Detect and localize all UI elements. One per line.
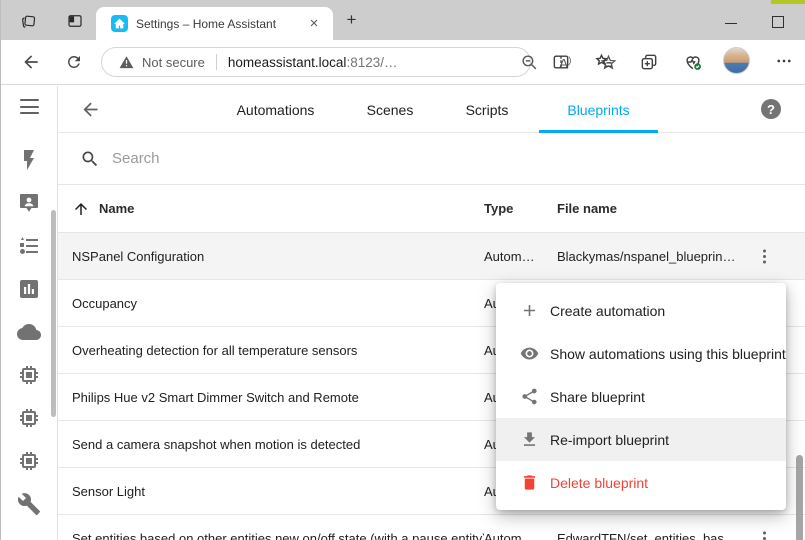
workspaces-icon[interactable]	[20, 12, 38, 30]
not-secure-warning-icon	[119, 55, 134, 70]
sidebar-scrollbar[interactable]	[51, 210, 56, 417]
help-icon[interactable]: ?	[761, 99, 781, 119]
window-minimize-button[interactable]	[725, 23, 737, 24]
blueprint-name: Send a camera snapshot when motion is de…	[72, 437, 360, 452]
content-area: Automations Scenes Scripts Blueprints ? …	[58, 86, 805, 540]
url-host: homeassistant.local	[228, 55, 347, 70]
share-icon	[520, 387, 539, 406]
new-tab-button[interactable]: +	[342, 11, 361, 30]
sidebar	[1, 86, 58, 540]
blueprint-name: Occupancy	[72, 296, 137, 311]
browser-tab[interactable]: Settings – Home Assistant ×	[96, 7, 333, 40]
table-row[interactable]: NSPanel Configuration Autom… Blackymas/n…	[58, 233, 805, 280]
blueprint-name: NSPanel Configuration	[72, 249, 204, 264]
table-header: Name Type File name	[58, 185, 805, 233]
search-input[interactable]	[112, 150, 712, 167]
table-row[interactable]: Set entities based on other entities new…	[58, 515, 805, 540]
zoom-out-icon[interactable]	[520, 53, 539, 72]
search-icon	[80, 149, 100, 169]
tab-actions-icon[interactable]	[66, 12, 84, 30]
address-divider	[216, 54, 217, 70]
favorites-list-icon[interactable]	[594, 52, 614, 72]
content-scrollbar[interactable]	[796, 455, 803, 540]
chip-icon[interactable]	[17, 449, 41, 473]
menu-item-reimport-blueprint[interactable]: Re-import blueprint	[496, 418, 786, 461]
lightning-icon[interactable]	[17, 148, 41, 172]
browser-window: Settings – Home Assistant × + Not secure…	[0, 0, 805, 540]
download-icon	[520, 430, 539, 449]
address-bar[interactable]: Not secure homeassistant.local :8123/… A…	[101, 47, 531, 77]
url-path: :8123/…	[346, 55, 397, 70]
trash-icon	[520, 473, 539, 492]
chip-icon[interactable]	[17, 406, 41, 430]
wrench-icon[interactable]	[17, 492, 41, 516]
blueprint-name: Set entities based on other entities new…	[72, 531, 484, 540]
tab-scripts[interactable]: Scripts	[448, 86, 526, 133]
menu-item-show-automations[interactable]: Show automations using this blueprint	[496, 332, 786, 375]
chart-box-icon[interactable]	[17, 277, 41, 301]
collections-icon[interactable]	[639, 52, 659, 72]
column-header-file[interactable]: File name	[557, 201, 747, 216]
tab-title: Settings – Home Assistant	[136, 17, 305, 31]
plus-icon	[520, 301, 539, 320]
menu-item-label: Show automations using this blueprint	[550, 346, 786, 362]
blueprint-name: Sensor Light	[72, 484, 145, 499]
chip-icon[interactable]	[17, 363, 41, 387]
row-overflow-menu-icon[interactable]	[755, 529, 774, 540]
blueprint-type: Autom…	[484, 531, 557, 540]
row-overflow-menu-icon[interactable]	[755, 247, 774, 266]
menu-item-delete-blueprint[interactable]: Delete blueprint	[496, 461, 786, 504]
menu-hamburger-icon[interactable]	[20, 99, 39, 114]
security-status[interactable]: Not secure	[142, 55, 205, 70]
browser-menu-icon[interactable]	[775, 52, 793, 72]
menu-item-label: Delete blueprint	[550, 475, 648, 491]
blueprint-name: Overheating detection for all temperatur…	[72, 343, 357, 358]
window-maximize-button[interactable]	[772, 16, 784, 28]
blueprint-file: Blackymas/nspanel_blueprin…	[557, 249, 747, 264]
menu-item-create-automation[interactable]: Create automation	[496, 289, 786, 332]
back-arrow-icon[interactable]	[80, 99, 101, 120]
list-icon[interactable]	[17, 234, 41, 258]
menu-item-label: Share blueprint	[550, 389, 645, 405]
browser-back-icon[interactable]	[21, 52, 41, 72]
cloud-icon[interactable]	[17, 320, 41, 344]
sort-ascending-icon[interactable]	[72, 200, 90, 218]
refresh-icon[interactable]	[65, 53, 83, 71]
blueprint-name: Philips Hue v2 Smart Dimmer Switch and R…	[72, 390, 359, 405]
eye-icon	[520, 344, 539, 363]
settings-header: Automations Scenes Scripts Blueprints ?	[58, 86, 805, 133]
home-assistant-app: Automations Scenes Scripts Blueprints ? …	[1, 86, 805, 540]
column-header-type[interactable]: Type	[484, 201, 557, 216]
blueprint-context-menu: Create automation Show automations using…	[496, 283, 786, 510]
search-bar	[58, 133, 805, 185]
browser-toolbar: Not secure homeassistant.local :8123/… A…	[1, 40, 805, 85]
menu-item-label: Re-import blueprint	[550, 432, 669, 448]
browser-tab-strip: Settings – Home Assistant × +	[1, 0, 805, 40]
tab-scenes[interactable]: Scenes	[351, 86, 429, 133]
menu-item-share-blueprint[interactable]: Share blueprint	[496, 375, 786, 418]
split-screen-icon[interactable]	[551, 52, 571, 72]
tab-blueprints[interactable]: Blueprints	[539, 86, 658, 133]
blueprint-file: EdwardTFN/set_entities_bas…	[557, 531, 747, 540]
person-card-icon[interactable]	[17, 191, 41, 215]
profile-avatar[interactable]	[723, 47, 750, 74]
home-assistant-favicon	[111, 15, 128, 32]
browser-essentials-icon[interactable]	[683, 52, 703, 72]
tab-close-icon[interactable]: ×	[305, 15, 323, 33]
menu-item-label: Create automation	[550, 303, 665, 319]
tab-automations[interactable]: Automations	[218, 86, 333, 133]
column-header-name[interactable]: Name	[99, 201, 134, 216]
screen-edge-artifact	[771, 0, 805, 4]
blueprint-type: Autom…	[484, 249, 557, 264]
